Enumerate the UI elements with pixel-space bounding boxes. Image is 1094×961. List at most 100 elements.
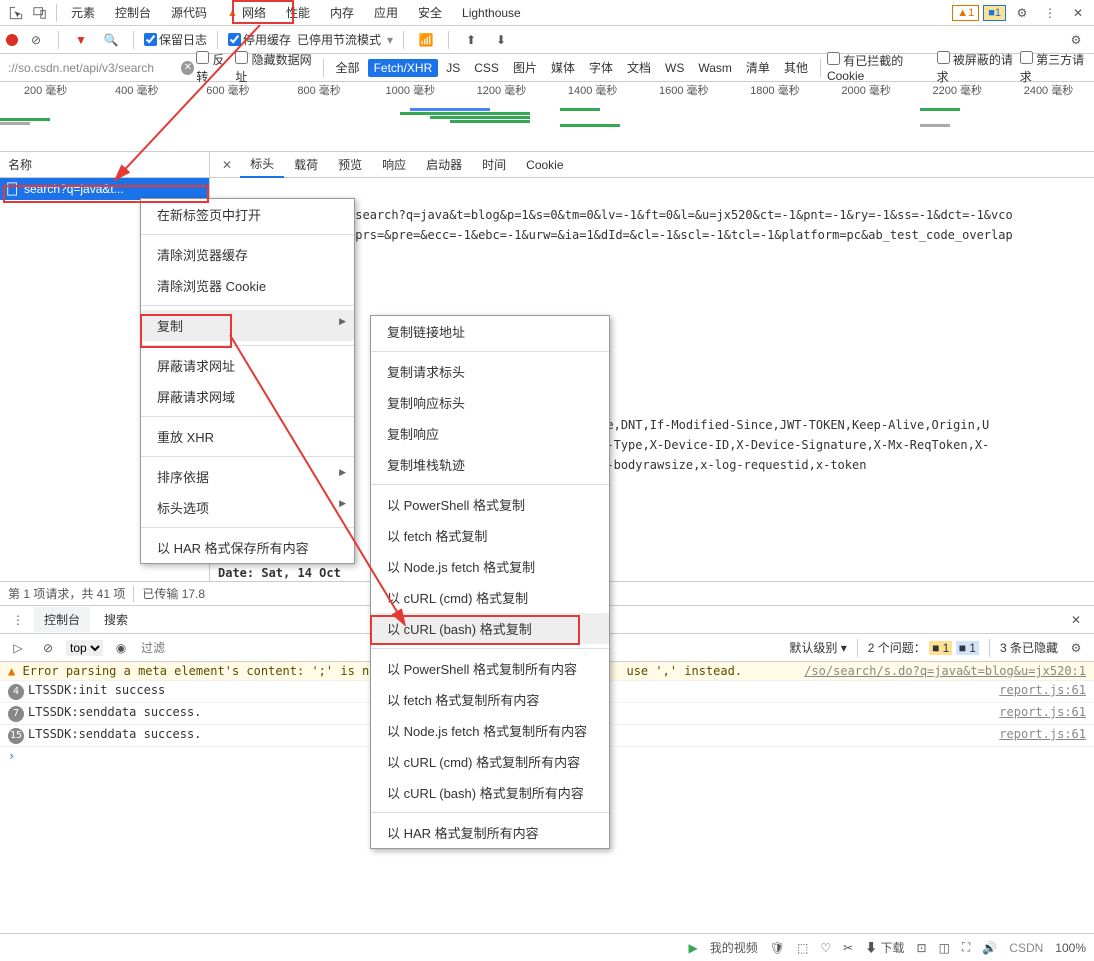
type-font[interactable]: 字体 [583,57,619,78]
disable-cache-checkbox[interactable]: 停用缓存 [228,31,291,48]
menu-clear-cookies[interactable]: 清除浏览器 Cookie [141,270,354,301]
blocked-checkbox[interactable]: 被屏蔽的请求 [937,51,1018,85]
issues-label[interactable]: 2 个问题： ■ 1 ■ 1 [868,639,979,656]
wifi-icon[interactable]: 📶 [414,28,438,52]
download-icon[interactable]: ⬇ [489,28,513,52]
close-icon[interactable]: ✕ [1066,1,1090,25]
tab-elements[interactable]: 元素 [61,0,105,26]
upload-icon[interactable]: ⬆ [459,28,483,52]
tab-security[interactable]: 安全 [408,0,452,26]
menu-block-domain[interactable]: 屏蔽请求网域 [141,381,354,412]
dtab-preview[interactable]: 预览 [328,152,372,177]
menu-copy-stack[interactable]: 复制堆栈轨迹 [371,449,609,480]
filter-icon[interactable]: ▼ [69,28,93,52]
gear-icon[interactable]: ⚙ [1064,636,1088,660]
source-link[interactable]: /so/search/s.do?q=java&t=blog&u=jx520:1 [804,664,1086,678]
clear-filter-icon[interactable]: ✕ [181,61,194,75]
source-link[interactable]: report.js:61 [999,683,1086,700]
play-icon[interactable]: ▶ [689,941,698,955]
menu-save-har[interactable]: 以 HAR 格式保存所有内容 [141,532,354,563]
menu-copy-all-fetch[interactable]: 以 fetch 格式复制所有内容 [371,684,609,715]
thirdparty-checkbox[interactable]: 第三方请求 [1020,51,1090,85]
menu-copy-all-curl-bash[interactable]: 以 cURL (bash) 格式复制所有内容 [371,777,609,808]
column-name[interactable]: 名称 [0,152,209,178]
crop-icon[interactable]: ◫ [939,941,950,955]
menu-copy-response[interactable]: 复制响应 [371,418,609,449]
more-icon[interactable]: ⋮ [1038,1,1062,25]
device-icon[interactable] [28,1,52,25]
heart-icon[interactable]: ♡ [820,941,831,955]
gear-icon[interactable]: ⚙ [1010,1,1034,25]
preserve-log-checkbox[interactable]: 保留日志 [144,31,207,48]
menu-copy[interactable]: 复制 [141,310,354,341]
ctab-search[interactable]: 搜索 [94,607,138,632]
type-fetch-xhr[interactable]: Fetch/XHR [368,59,439,77]
tab-lighthouse[interactable]: Lighthouse [452,0,531,26]
menu-copy-all-har[interactable]: 以 HAR 格式复制所有内容 [371,817,609,848]
type-other[interactable]: 其他 [778,57,814,78]
invert-checkbox[interactable]: 反转 [196,51,233,85]
console-filter-input[interactable] [139,639,339,657]
blocked-cookie-checkbox[interactable]: 有已拦截的 Cookie [827,52,935,83]
menu-copy-link[interactable]: 复制链接地址 [371,316,609,347]
menu-open-new-tab[interactable]: 在新标签页中打开 [141,199,354,230]
type-img[interactable]: 图片 [507,57,543,78]
menu-copy-powershell[interactable]: 以 PowerShell 格式复制 [371,489,609,520]
type-all[interactable]: 全部 [330,57,366,78]
dtab-headers[interactable]: 标头 [240,151,284,178]
menu-copy-curl-cmd[interactable]: 以 cURL (cmd) 格式复制 [371,582,609,613]
clear-console-icon[interactable]: ⊘ [36,636,60,660]
hidden-count[interactable]: 3 条已隐藏 [1000,639,1058,656]
context-select[interactable]: top [66,640,103,656]
gear-icon[interactable]: ⚙ [1064,28,1088,52]
menu-copy-req-headers[interactable]: 复制请求标头 [371,356,609,387]
type-js[interactable]: JS [440,59,466,77]
type-css[interactable]: CSS [468,59,505,77]
zoom-label[interactable]: 100% [1055,941,1086,955]
menu-header-options[interactable]: 标头选项 [141,492,354,523]
type-media[interactable]: 媒体 [545,57,581,78]
tab-network[interactable]: ▲网络 [217,0,276,26]
warnings-badge[interactable]: ▲ 1 [952,5,979,21]
tab-performance[interactable]: 性能 [276,0,320,26]
pip-icon[interactable]: ⊡ [917,941,927,955]
menu-block-url[interactable]: 屏蔽请求网址 [141,350,354,381]
tab-application[interactable]: 应用 [364,0,408,26]
hide-data-checkbox[interactable]: 隐藏数据网址 [235,51,316,85]
type-ws[interactable]: WS [659,59,690,77]
menu-copy-all-curl-cmd[interactable]: 以 cURL (cmd) 格式复制所有内容 [371,746,609,777]
ctab-console[interactable]: 控制台 [34,607,90,632]
dtab-cookie[interactable]: Cookie [516,154,573,176]
timeline[interactable]: 200 毫秒400 毫秒600 毫秒800 毫秒1000 毫秒1200 毫秒14… [0,82,1094,152]
menu-copy-nodefetch[interactable]: 以 Node.js fetch 格式复制 [371,551,609,582]
extension-icon[interactable]: ⬚ [797,941,808,955]
dtab-payload[interactable]: 载荷 [284,152,328,177]
tab-console[interactable]: 控制台 [105,0,161,26]
menu-copy-res-headers[interactable]: 复制响应标头 [371,387,609,418]
record-icon[interactable] [6,34,18,46]
tab-memory[interactable]: 内存 [320,0,364,26]
menu-sort[interactable]: 排序依据 [141,461,354,492]
menu-clear-cache[interactable]: 清除浏览器缓存 [141,239,354,270]
source-link[interactable]: report.js:61 [999,705,1086,722]
menu-copy-curl-bash[interactable]: 以 cURL (bash) 格式复制 [371,613,609,644]
inspect-icon[interactable] [4,1,28,25]
play-icon[interactable]: ▷ [6,636,30,660]
more-icon[interactable]: ⋮ [6,608,30,632]
dtab-response[interactable]: 响应 [372,152,416,177]
menu-copy-all-powershell[interactable]: 以 PowerShell 格式复制所有内容 [371,653,609,684]
shield-icon[interactable]: 🛡 [770,941,785,955]
video-label[interactable]: 我的视频 [710,939,758,956]
dtab-timing[interactable]: 时间 [472,152,516,177]
type-doc[interactable]: 文档 [621,57,657,78]
menu-copy-fetch[interactable]: 以 fetch 格式复制 [371,520,609,551]
fullscreen-icon[interactable]: ⛶ [962,940,970,955]
close-detail-icon[interactable]: ✕ [214,154,240,176]
rocket-icon[interactable]: ✂ [843,941,853,955]
type-wasm[interactable]: Wasm [692,59,738,77]
sound-icon[interactable]: 🔊 [982,941,997,955]
issues-badge[interactable]: ■ 1 [983,5,1006,21]
menu-replay-xhr[interactable]: 重放 XHR [141,421,354,452]
eye-icon[interactable]: ◉ [109,636,133,660]
close-drawer-icon[interactable]: ✕ [1064,608,1088,632]
